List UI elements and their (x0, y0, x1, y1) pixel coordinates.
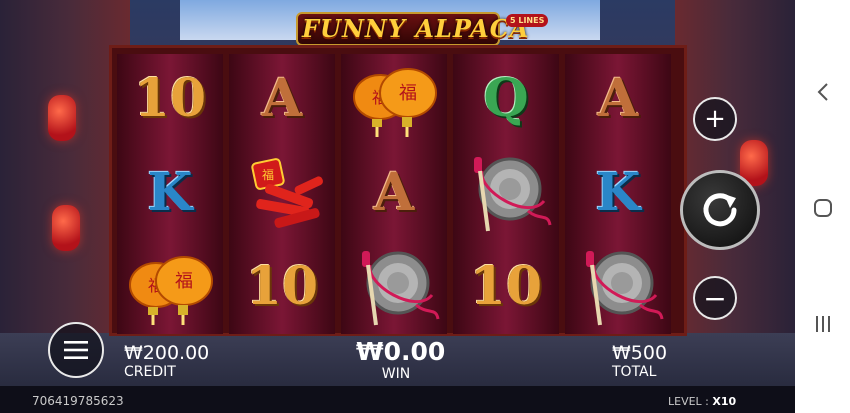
hanging-lantern-decoration (52, 205, 80, 251)
symbol-label: K (595, 162, 641, 223)
system-navigation-bar (795, 0, 850, 413)
plus-icon: + (704, 104, 726, 134)
letter-symbol: 10 (117, 54, 223, 144)
symbol-label: 10 (245, 256, 319, 317)
gong-symbol (341, 242, 447, 332)
menu-icon (64, 341, 88, 359)
decrease-bet-button[interactable]: − (693, 276, 737, 320)
increase-bet-button[interactable]: + (693, 97, 737, 141)
win-label: WIN (381, 366, 411, 382)
svg-text:福: 福 (399, 83, 417, 104)
svg-text:福: 福 (175, 271, 193, 292)
game-session-id: 706419785623 (32, 394, 124, 408)
credit-label: CREDIT (124, 364, 176, 380)
level-value: X10 (712, 395, 737, 408)
symbol-label: A (261, 68, 303, 129)
credit-display: ₩200.00 CREDIT (124, 342, 209, 380)
letter-symbol: 10 (453, 242, 559, 332)
lantern-symbol: 福福 (341, 54, 447, 144)
reel-area: 10 K 福福 A 福 10 福福 A Q 10 A K (109, 45, 687, 336)
minus-icon: − (703, 281, 727, 315)
svg-text:福: 福 (262, 167, 274, 182)
home-icon (813, 199, 832, 217)
symbol-label: K (147, 162, 193, 223)
lantern-icon: 福福 (129, 256, 213, 325)
reel-4: Q 10 (453, 54, 559, 334)
letter-symbol: Q (453, 54, 559, 144)
game-logo: FUNNY ALPACA 5 LINES (284, 6, 549, 46)
menu-button[interactable] (48, 322, 104, 378)
gong-icon (362, 251, 440, 326)
reel-3: 福福 A (341, 54, 447, 334)
hanging-lantern-decoration (48, 95, 76, 141)
total-value: ₩500 (612, 342, 668, 364)
firecracker-icon: 福 (251, 158, 323, 228)
lines-badge: 5 LINES (506, 14, 549, 27)
symbol-label: A (373, 162, 415, 223)
game-title: FUNNY ALPACA (302, 14, 530, 43)
letter-symbol: A (229, 54, 335, 144)
total-label: TOTAL (612, 364, 657, 380)
credit-value: ₩200.00 (124, 342, 210, 364)
letter-symbol: A (565, 54, 671, 144)
back-button[interactable] (795, 80, 850, 104)
game-screen: FUNNY ALPACA 5 LINES 10 K 福福 A 福 10 福福 A Q 10 A K +… (0, 0, 795, 413)
level-indicator: LEVEL : X10 (668, 395, 736, 408)
recents-button[interactable] (795, 312, 850, 336)
reel-5: AK (565, 54, 671, 334)
gong-icon (586, 251, 664, 326)
symbol-label: 10 (133, 68, 207, 129)
gong-symbol (453, 148, 559, 238)
spin-button[interactable] (680, 170, 760, 250)
symbol-label: 10 (469, 256, 543, 317)
gong-symbol (565, 242, 671, 332)
home-button[interactable] (795, 196, 850, 220)
letter-symbol: K (565, 148, 671, 238)
firecracker-symbol: 福 (229, 148, 335, 238)
lantern-symbol: 福福 (117, 242, 223, 332)
win-value: ₩0.00 (356, 337, 446, 366)
symbol-label: Q (483, 68, 529, 129)
letter-symbol: K (117, 148, 223, 238)
symbol-label: A (597, 68, 639, 129)
level-label: LEVEL : (668, 395, 709, 408)
letter-symbol: 10 (229, 242, 335, 332)
back-icon (817, 83, 828, 101)
win-display: ₩0.00 WIN (356, 337, 446, 382)
lantern-icon: 福福 (353, 68, 437, 137)
total-bet-display[interactable]: ₩500 TOTAL (612, 342, 667, 380)
reel-2: A 福 10 (229, 54, 335, 334)
reel-1: 10 K 福福 (117, 54, 223, 334)
spin-icon (703, 193, 737, 227)
letter-symbol: A (341, 148, 447, 238)
gong-icon (474, 157, 552, 232)
recents-icon (815, 316, 830, 332)
